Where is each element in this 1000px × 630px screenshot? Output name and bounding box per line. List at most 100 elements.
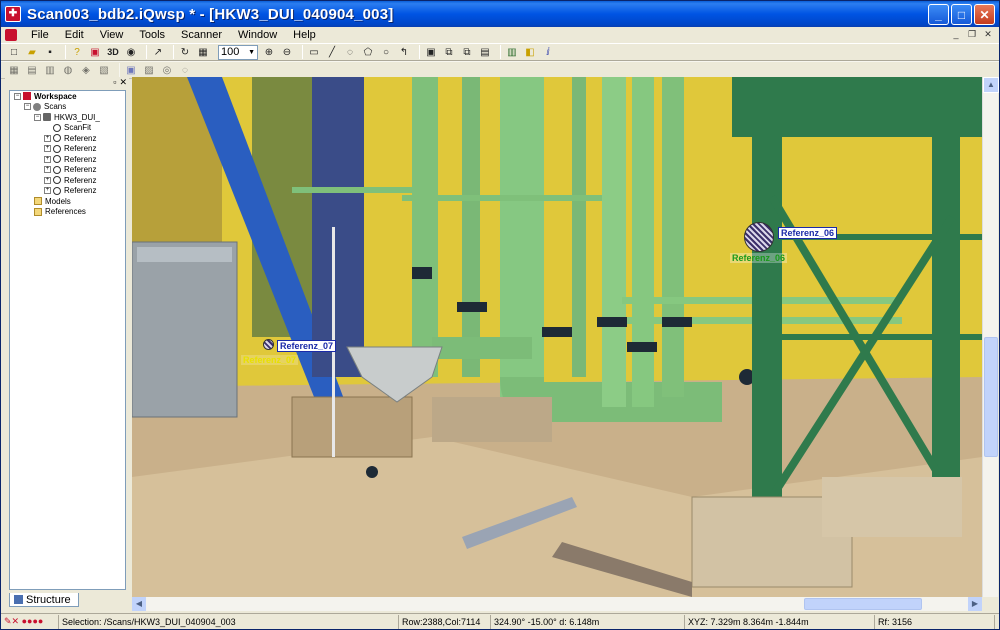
scan-viewport[interactable]: Referenz_06 Referenz_06 Referenz_07 Refe… [132, 77, 982, 597]
tool-h-icon[interactable]: ▨ [142, 63, 156, 77]
fit-icon[interactable]: ▦ [196, 45, 210, 59]
child-minimize-icon[interactable]: _ [949, 28, 963, 41]
point-cloud-scene [132, 77, 982, 597]
tree-item-label: ScanFit [64, 123, 92, 133]
zoom-out-icon[interactable]: ⊖ [280, 45, 294, 59]
menu-window[interactable]: Window [230, 29, 285, 41]
pane-close-icon[interactable]: ✕ [119, 77, 127, 89]
zoom-select[interactable]: 100 ▼ [218, 44, 258, 60]
window-cascade-icon[interactable]: ⧉ [460, 45, 474, 59]
menu-bar: File Edit View Tools Scanner Window Help… [1, 27, 999, 43]
save-icon[interactable]: ▪ [43, 45, 57, 59]
eye-icon[interactable]: ◉ [124, 45, 138, 59]
menu-view[interactable]: View [92, 29, 132, 41]
line-select-icon[interactable]: ╱ [325, 45, 339, 59]
zoom-in-icon[interactable]: ⊕ [262, 45, 276, 59]
document-icon[interactable] [5, 29, 17, 41]
expand-icon[interactable]: + [44, 176, 51, 184]
tool-b-icon[interactable]: ▤ [25, 63, 39, 77]
reference-sphere-06[interactable] [744, 222, 774, 252]
expand-icon[interactable]: + [44, 134, 51, 142]
close-button[interactable]: ✕ [974, 4, 995, 25]
reference-sphere-07[interactable] [263, 339, 274, 350]
tab-structure[interactable]: Structure [9, 593, 79, 607]
scroll-up-icon[interactable]: ▲ [983, 77, 999, 93]
window-split-icon[interactable]: ⧉ [442, 45, 456, 59]
child-restore-icon[interactable]: ❐ [965, 28, 979, 41]
lasso-select-icon[interactable]: ◌ [343, 45, 357, 59]
menu-tools[interactable]: Tools [131, 29, 173, 41]
workspace-icon [23, 92, 31, 101]
tree-item-reference[interactable]: + Referenz [10, 133, 125, 144]
help-icon[interactable]: ? [70, 45, 84, 59]
tree-item-scanfit[interactable]: ScanFit [10, 123, 125, 134]
view-3d-icon[interactable]: 3D [106, 45, 120, 59]
circle-select-icon[interactable]: ○ [379, 45, 393, 59]
info-icon[interactable]: ⅈ [541, 45, 555, 59]
tool-g-icon[interactable]: ▣ [124, 63, 138, 77]
reference-label-07[interactable]: Referenz_07 [277, 340, 337, 352]
expand-icon[interactable]: + [44, 166, 51, 174]
menu-help[interactable]: Help [285, 29, 324, 41]
maximize-button[interactable]: □ [951, 4, 972, 25]
column-footing [822, 477, 962, 537]
tool-a-icon[interactable]: ▦ [7, 63, 21, 77]
tool-c-icon[interactable]: ▥ [43, 63, 57, 77]
menu-scanner[interactable]: Scanner [173, 29, 230, 41]
rotate-icon[interactable]: ↻ [178, 45, 192, 59]
reference-icon [53, 165, 61, 174]
tree-item-workspace[interactable]: − Workspace [10, 91, 125, 102]
collapse-icon[interactable]: − [24, 103, 31, 111]
expand-icon[interactable]: + [44, 187, 51, 195]
reference-icon [53, 155, 61, 164]
bar-chart-icon[interactable]: ▥ [505, 45, 519, 59]
collapse-icon[interactable]: − [14, 92, 21, 100]
pipe [662, 77, 684, 397]
open-folder-icon[interactable]: ▰ [25, 45, 39, 59]
polygon-select-icon[interactable]: ⬠ [361, 45, 375, 59]
tool-j-icon[interactable]: ◌ [178, 63, 192, 77]
pane-pin-icon[interactable]: ▫ [113, 77, 116, 89]
tool-e-icon[interactable]: ◈ [79, 63, 93, 77]
scroll-thumb[interactable] [804, 598, 922, 610]
menu-file[interactable]: File [23, 29, 57, 41]
collapse-icon[interactable]: − [34, 113, 41, 121]
reference-label-06[interactable]: Referenz_06 [778, 227, 838, 239]
tool-i-icon[interactable]: ◎ [160, 63, 174, 77]
pick-icon[interactable]: ↗ [151, 45, 165, 59]
tree-item-label: Referenz [64, 144, 97, 154]
new-file-icon[interactable]: □ [7, 45, 21, 59]
horizontal-scrollbar[interactable]: ◀ ▶ [132, 597, 982, 611]
tree-item-reference[interactable]: + Referenz [10, 144, 125, 155]
rectangle-select-icon[interactable]: ▭ [307, 45, 321, 59]
scroll-left-icon[interactable]: ◀ [132, 597, 146, 611]
tree-item-models[interactable]: Models [10, 196, 125, 207]
color-map-icon[interactable]: ◧ [523, 45, 537, 59]
vertical-scrollbar[interactable]: ▲ [982, 77, 999, 597]
menu-edit[interactable]: Edit [57, 29, 92, 41]
window-arrange-icon[interactable]: ▤ [478, 45, 492, 59]
title-bar[interactable]: ✚ Scan003_bdb2.iQwsp * - [HKW3_DUI_04090… [1, 1, 999, 27]
main-toolbar: □ ▰ ▪ ? ▣ 3D ◉ ↗ ↻ ▦ 100 ▼ ⊕ ⊖ ▭ ╱ ◌ ⬠ ○… [1, 43, 999, 61]
minimize-button[interactable]: _ [928, 4, 949, 25]
tree-item-reference[interactable]: + Referenz [10, 175, 125, 186]
tree-item-reference[interactable]: + Referenz [10, 154, 125, 165]
concrete-base [432, 397, 552, 442]
expand-icon[interactable]: + [44, 155, 51, 163]
scroll-right-icon[interactable]: ▶ [968, 597, 982, 611]
tree-item-reference[interactable]: + Referenz [10, 165, 125, 176]
window-tile-icon[interactable]: ▣ [424, 45, 438, 59]
scroll-thumb[interactable] [984, 337, 998, 457]
tree-item-references[interactable]: References [10, 207, 125, 218]
tree-item-reference[interactable]: + Referenz [10, 186, 125, 197]
child-close-icon[interactable]: ✕ [981, 28, 995, 41]
scanner-icon[interactable]: ▣ [88, 45, 102, 59]
expand-icon[interactable]: + [44, 145, 51, 153]
structure-pane: ▫ ✕ − Workspace − Scans − HKW3_DUI_ Scan… [5, 77, 129, 609]
tree-item-scan[interactable]: − HKW3_DUI_ [10, 112, 125, 123]
clear-selection-icon[interactable]: ↰ [397, 45, 411, 59]
tool-d-icon[interactable]: ◍ [61, 63, 75, 77]
tree-item-scans[interactable]: − Scans [10, 102, 125, 113]
tool-f-icon[interactable]: ▧ [97, 63, 111, 77]
status-rowcol: Row:2388,Col:7114 [399, 614, 491, 629]
